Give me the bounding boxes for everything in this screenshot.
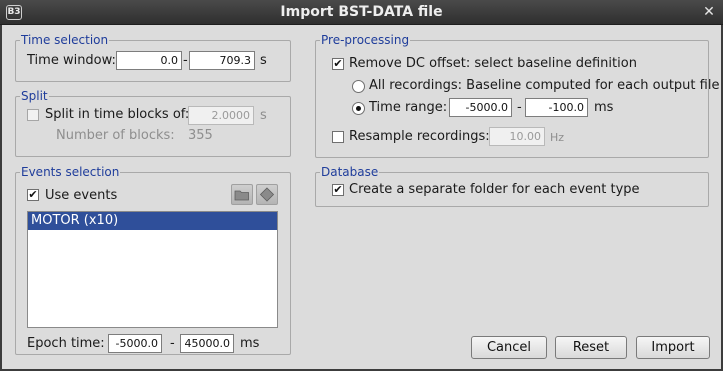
reset-button[interactable]: Reset (555, 336, 627, 359)
remove-dc-offset-label: Remove DC offset: select baseline defini… (349, 56, 637, 71)
title-bar: B3 Import BST-DATA file ✕ (0, 0, 723, 25)
epoch-start-field[interactable]: -5000.0 (108, 334, 162, 353)
event-list-item-motor[interactable]: MOTOR (x10) (28, 212, 277, 230)
split-time-blocks-checkbox[interactable] (27, 109, 39, 121)
time-range-unit: ms (594, 100, 614, 115)
time-window-start-field[interactable]: 0.0 (116, 51, 182, 70)
use-events-checkbox[interactable]: ✔ (27, 189, 39, 201)
epoch-unit: ms (240, 336, 260, 351)
diamond-icon-button[interactable] (256, 184, 278, 205)
resample-recordings-label: Resample recordings: (349, 129, 490, 144)
preprocessing-group: Pre-processing ✔ Remove DC offset: selec… (315, 33, 719, 158)
separate-folder-label: Create a separate folder for each event … (349, 182, 640, 197)
database-group: Database ✔ Create a separate folder for … (315, 165, 709, 207)
epoch-end-field[interactable]: 45000.0 (180, 334, 234, 353)
dialog-body: Time selection Time window: 0.0 - 709.3 … (2, 25, 721, 369)
events-selection-group: Events selection ✔ Use events MOTOR (x10… (15, 165, 291, 355)
close-window-button[interactable]: ✕ (701, 4, 717, 20)
resample-rate-field[interactable]: 10.00 (489, 127, 545, 146)
use-events-label: Use events (45, 188, 118, 203)
all-recordings-label: All recordings: Baseline computed for ea… (369, 78, 720, 93)
time-range-start-field[interactable]: -5000.0 (449, 98, 512, 117)
resample-rate-unit: Hz (550, 131, 565, 144)
database-title: Database (320, 165, 380, 179)
epoch-separator: - (170, 336, 175, 351)
all-recordings-radio[interactable] (352, 80, 365, 93)
number-of-blocks-label: Number of blocks: (56, 128, 175, 143)
time-range-separator: - (517, 100, 522, 115)
events-list[interactable]: MOTOR (x10) (27, 211, 278, 328)
split-time-blocks-label: Split in time blocks of: (45, 107, 190, 122)
time-selection-group: Time selection Time window: 0.0 - 709.3 … (15, 33, 291, 82)
block-size-field[interactable]: 2.0000 (188, 106, 254, 125)
time-window-end-field[interactable]: 709.3 (189, 51, 255, 70)
block-size-unit: s (260, 108, 267, 123)
time-range-radio[interactable] (352, 102, 365, 115)
number-of-blocks-value: 355 (188, 128, 213, 143)
time-range-end-field[interactable]: -100.0 (525, 98, 588, 117)
time-range-label: Time range: (369, 100, 448, 115)
folder-icon-button[interactable] (231, 184, 253, 205)
preprocessing-title: Pre-processing (320, 33, 411, 47)
time-window-separator: - (183, 53, 188, 68)
window-title: Import BST-DATA file (280, 4, 443, 20)
diamond-icon (259, 187, 275, 202)
events-selection-title: Events selection (20, 165, 121, 179)
folder-icon (234, 190, 249, 201)
time-window-unit: s (260, 53, 267, 68)
time-selection-title: Time selection (20, 33, 110, 47)
split-title: Split (20, 89, 49, 103)
cancel-button[interactable]: Cancel (471, 336, 547, 359)
epoch-time-label: Epoch time: (27, 336, 105, 351)
resample-recordings-checkbox[interactable] (332, 131, 344, 143)
split-group: Split Split in time blocks of: 2.0000 s … (15, 89, 291, 157)
separate-folder-checkbox[interactable]: ✔ (332, 184, 344, 196)
time-window-label: Time window: (27, 53, 116, 68)
import-button[interactable]: Import (636, 336, 710, 359)
remove-dc-offset-checkbox[interactable]: ✔ (332, 58, 344, 70)
